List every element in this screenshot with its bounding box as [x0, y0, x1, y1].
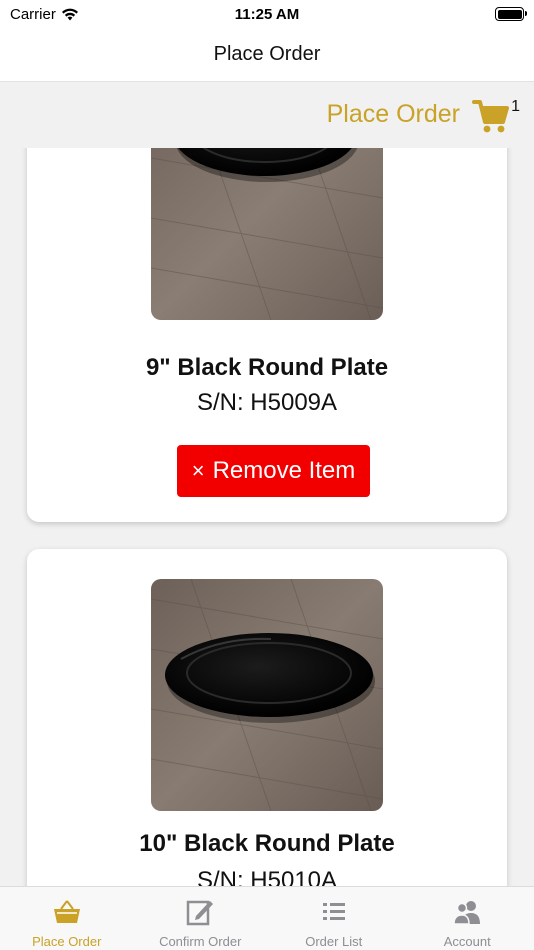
product-serial-number: S/N: H5009A [196, 389, 338, 416]
cart-icon[interactable] [472, 96, 512, 136]
tab-confirm-order[interactable]: Confirm Order [134, 887, 268, 950]
page-title: Place Order [213, 43, 321, 65]
product-image [151, 148, 383, 320]
close-icon: × [191, 458, 205, 483]
order-header: Place Order 1 [0, 82, 534, 148]
tab-account[interactable]: Account [401, 887, 534, 950]
battery-icon [495, 7, 527, 21]
edit-icon [187, 900, 214, 926]
basket-icon [53, 900, 80, 923]
product-serial-number: S/N: H5010A [196, 867, 338, 886]
product-name: 10" Black Round Plate [139, 830, 395, 857]
status-time: 11:25 AM [234, 6, 300, 23]
navigation-bar: Place Order [0, 30, 534, 82]
order-items-list[interactable]: 9" Black Round Plate S/N: H5009A × Remov… [0, 148, 534, 886]
tab-order-list[interactable]: Order List [267, 887, 401, 950]
order-item-card: 9" Black Round Plate S/N: H5009A × Remov… [27, 148, 507, 522]
status-bar: Carrier 11:25 AM [0, 0, 534, 30]
product-image [151, 579, 383, 811]
remove-item-button[interactable]: × Remove Item [177, 445, 370, 497]
users-icon [453, 901, 481, 925]
order-item-card: 10" Black Round Plate S/N: H5010A [27, 549, 507, 886]
tab-label: Place Order [32, 934, 102, 949]
tab-label: Account [443, 934, 491, 949]
list-icon [322, 903, 345, 920]
tab-label: Confirm Order [159, 934, 242, 949]
cart-count-badge: 1 [511, 98, 520, 115]
product-name: 9" Black Round Plate [145, 354, 389, 381]
tab-label: Order List [305, 934, 363, 949]
place-order-button[interactable]: Place Order [327, 100, 460, 129]
remove-item-label: Remove Item [212, 457, 356, 484]
tab-bar: Place Order Confirm Order Order List Acc… [0, 886, 534, 950]
tab-place-order[interactable]: Place Order [0, 887, 134, 950]
